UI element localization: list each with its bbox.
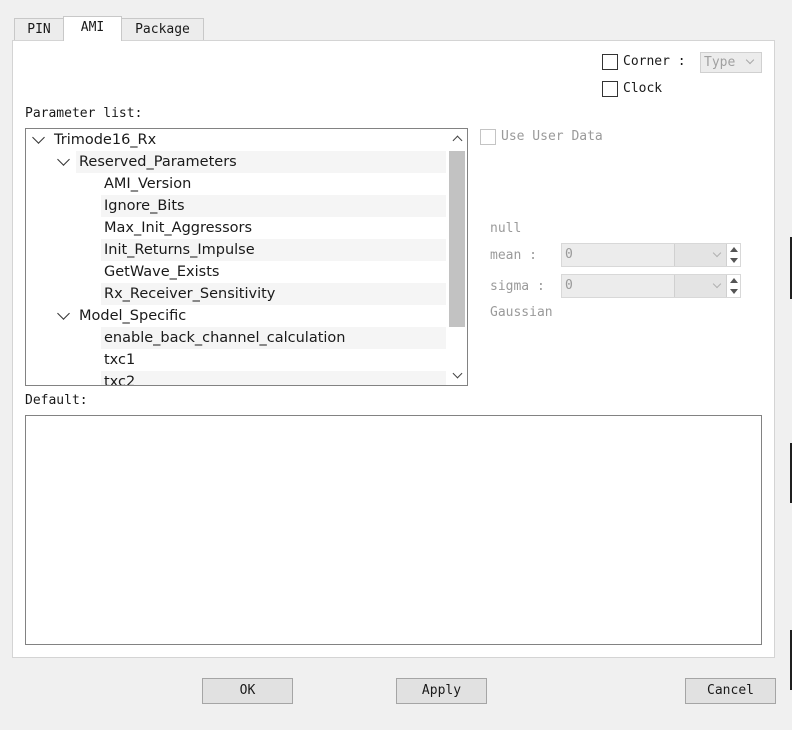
spin-down-icon[interactable] — [730, 258, 738, 263]
scroll-thumb[interactable] — [449, 151, 465, 327]
use-user-data-label: Use User Data — [501, 129, 603, 144]
chevron-down-icon — [745, 55, 755, 65]
tree-leaf[interactable]: Init_Returns_Impulse — [26, 239, 446, 261]
tree-leaf[interactable]: Max_Init_Aggressors — [26, 217, 446, 239]
corner-checkbox[interactable] — [602, 54, 618, 70]
default-label: Default: — [25, 393, 88, 408]
clock-label: Clock — [623, 81, 663, 96]
tab-pin[interactable]: PIN — [14, 18, 64, 40]
tree-leaf[interactable]: txc2 — [26, 371, 446, 385]
cancel-button[interactable]: Cancel — [685, 678, 776, 704]
tree-leaf[interactable]: enable_back_channel_calculation — [26, 327, 446, 349]
tree-node-root[interactable]: Trimode16_Rx — [26, 129, 446, 151]
corner-type-select[interactable]: Type — [700, 52, 762, 73]
scroll-up-icon[interactable] — [452, 135, 463, 146]
tree-node-group[interactable]: Reserved_Parameters — [26, 151, 446, 173]
tree-scrollbar[interactable] — [447, 129, 467, 385]
distribution-type-label: Gaussian — [490, 305, 553, 320]
mean-stepper[interactable]: 0 — [561, 243, 741, 267]
tree-leaf[interactable]: txc1 — [26, 349, 446, 371]
tree-leaf[interactable]: Rx_Receiver_Sensitivity — [26, 283, 446, 305]
tree-node-label: Reserved_Parameters — [79, 154, 237, 170]
sigma-label: sigma : — [490, 279, 545, 294]
chevron-down-icon[interactable] — [57, 153, 70, 166]
spin-up-icon[interactable] — [730, 278, 738, 283]
tree-node-group[interactable]: Model_Specific — [26, 305, 446, 327]
scroll-down-icon[interactable] — [452, 368, 463, 379]
sigma-value: 0 — [565, 278, 573, 293]
mean-value: 0 — [565, 247, 573, 262]
parameter-tree[interactable]: Trimode16_Rx Reserved_Parameters AMI_Ver… — [25, 128, 468, 386]
dist-null-label: null — [490, 221, 522, 236]
chevron-down-icon[interactable] — [57, 307, 70, 320]
mean-spin-buttons[interactable] — [726, 244, 740, 266]
sigma-spin-buttons[interactable] — [726, 275, 740, 297]
use-user-data-checkbox[interactable] — [480, 129, 496, 145]
tree-leaf[interactable]: GetWave_Exists — [26, 261, 446, 283]
spin-up-icon[interactable] — [730, 247, 738, 252]
tree-node-label: Model_Specific — [79, 308, 187, 324]
parameter-list-label: Parameter list: — [25, 106, 143, 121]
ok-button[interactable]: OK — [202, 678, 293, 704]
mean-label: mean : — [490, 248, 537, 263]
tree-node-label: Trimode16_Rx — [54, 132, 157, 148]
chevron-down-icon[interactable] — [32, 131, 45, 144]
default-textarea[interactable] — [25, 415, 762, 645]
tree-leaf[interactable]: AMI_Version — [26, 173, 446, 195]
corner-label: Corner : — [623, 54, 686, 69]
corner-type-value: Type — [704, 55, 736, 70]
tab-ami[interactable]: AMI — [63, 16, 122, 41]
apply-button[interactable]: Apply — [396, 678, 487, 704]
spin-down-icon[interactable] — [730, 289, 738, 294]
tab-package[interactable]: Package — [121, 18, 204, 40]
tree-leaf[interactable]: Ignore_Bits — [26, 195, 446, 217]
sigma-stepper[interactable]: 0 — [561, 274, 741, 298]
clock-checkbox[interactable] — [602, 81, 618, 97]
